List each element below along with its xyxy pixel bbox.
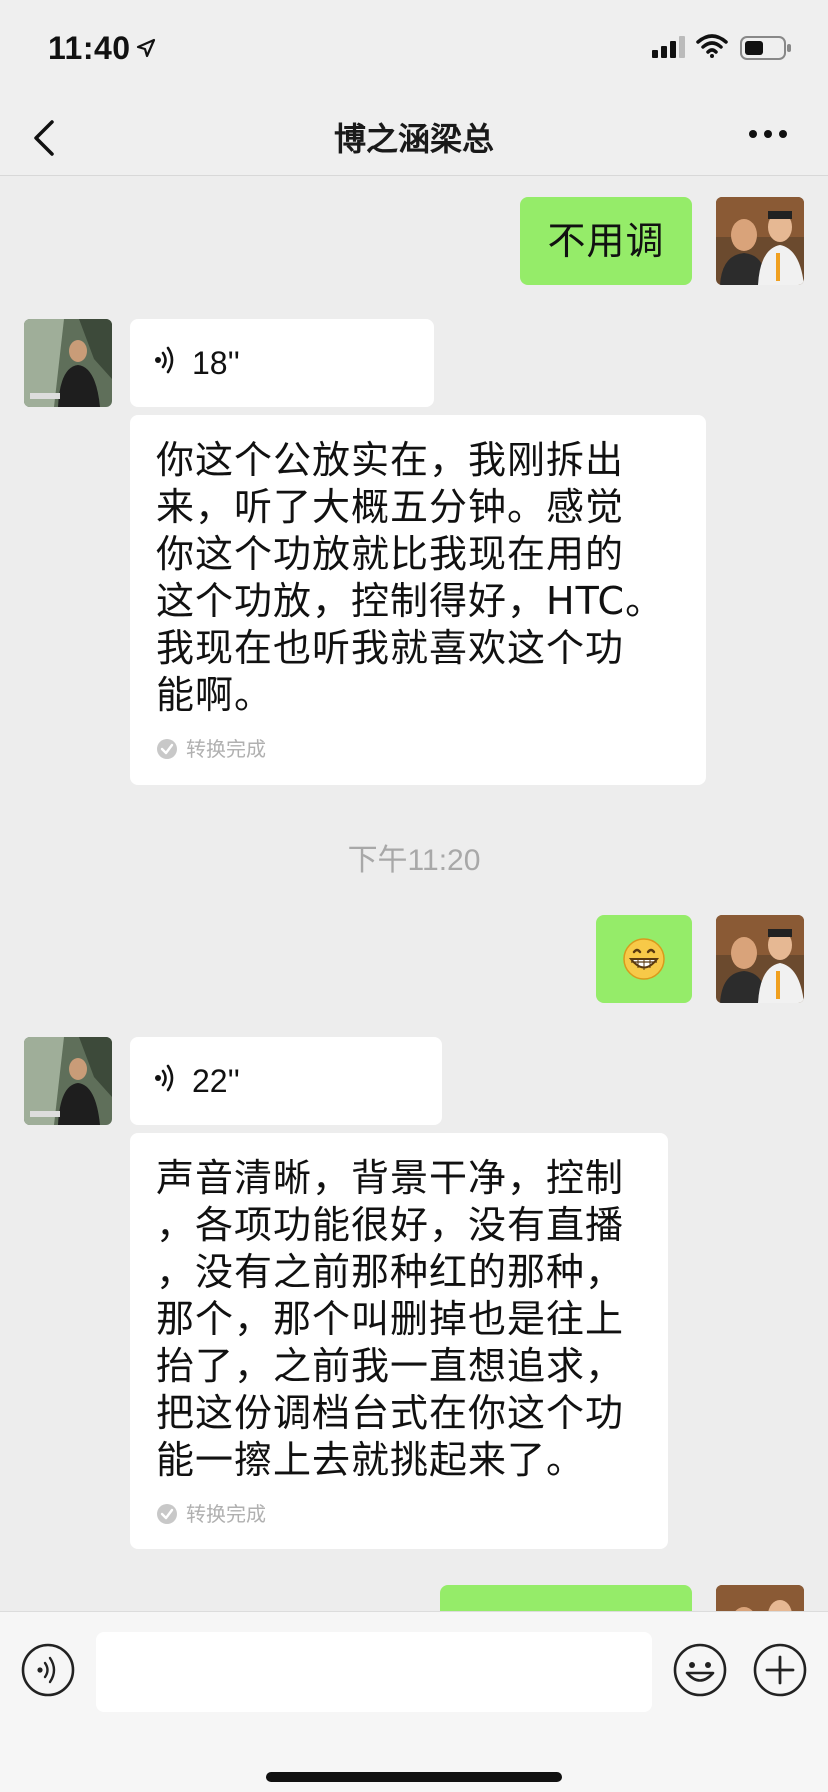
timestamp: 下午11:20 [347,844,481,877]
grinning-face-icon [623,938,665,980]
check-circle-icon [157,739,177,759]
chat-screen: 11:40 博之涵梁总 不用调 18'' 你这个公放实在，我刚拆出 来，听了大概… [0,0,828,1792]
transcript-line: 声音清晰，背景干净，控制 [156,1156,625,1200]
nav-bar: 博之涵梁总 [0,100,828,176]
transcript-line: ，各项功能很好，没有直播 [156,1203,625,1247]
chat-title: 博之涵梁总 [333,120,494,158]
convert-status: 转换完成 [156,1502,642,1526]
transcript-line: 这个功放，控制得好，HTC。 [156,579,665,623]
transcript-line: 把这份调档台式在你这个功 [156,1391,625,1435]
plus-circle-icon[interactable] [752,1642,808,1702]
message-bubble-me[interactable] [596,915,692,1003]
voice-wave-icon [154,341,178,385]
message-bubble-me-partial[interactable] [440,1585,692,1611]
transcript-line: 来，听了大概五分钟。感觉 [156,485,625,529]
transcript-text: 你这个公放实在，我刚拆出 来，听了大概五分钟。感觉 你这个功放就比我现在用的 这… [156,437,680,719]
transcript-line: 我现在也听我就喜欢这个功 [156,626,625,670]
location-arrow-icon [136,38,156,62]
status-bar: 11:40 [0,0,828,100]
transcript-line: 能啊。 [156,673,274,717]
convert-status: 转换完成 [156,737,680,761]
voice-duration: 22'' [192,1062,240,1099]
voice-input-icon[interactable] [20,1642,76,1702]
message-text: 不用调 [547,218,665,263]
message-bubble-me[interactable]: 不用调 [520,197,692,285]
transcript-bubble[interactable]: 你这个公放实在，我刚拆出 来，听了大概五分钟。感觉 你这个功放就比我现在用的 这… [130,415,706,785]
avatar-other[interactable] [24,1037,112,1125]
transcript-line: ，没有之前那种红的那种， [156,1250,625,1294]
status-time: 11:40 [48,30,131,66]
transcript-line: 你这个公放实在，我刚拆出 [156,438,625,482]
voice-duration: 18'' [192,344,240,381]
message-input[interactable] [96,1632,652,1712]
more-dots-icon[interactable] [748,126,788,145]
emoji-face-icon[interactable] [672,1642,728,1702]
transcript-bubble[interactable]: 声音清晰，背景干净，控制 ，各项功能很好，没有直播 ，没有之前那种红的那种， 那… [130,1133,668,1549]
message-list[interactable]: 不用调 18'' 你这个公放实在，我刚拆出 来，听了大概五分钟。感觉 你这个功放… [0,177,828,1611]
transcript-line: 你这个功放就比我现在用的 [156,532,625,576]
transcript-text: 声音清晰，背景干净，控制 ，各项功能很好，没有直播 ，没有之前那种红的那种， 那… [156,1155,642,1484]
voice-message-bubble[interactable]: 18'' [130,319,434,407]
input-bar [0,1611,828,1792]
avatar-me[interactable] [716,197,804,285]
battery-icon [740,36,792,64]
home-indicator [266,1772,562,1782]
convert-status-text: 转换完成 [186,1502,266,1526]
avatar-me[interactable] [716,1585,804,1611]
avatar-me[interactable] [716,915,804,1003]
voice-wave-icon [154,1059,178,1103]
check-circle-icon [157,1504,177,1524]
avatar-other[interactable] [24,319,112,407]
convert-status-text: 转换完成 [186,737,266,761]
signal-icon [652,36,686,62]
transcript-line: 能一擦上去就挑起来了。 [156,1438,586,1482]
transcript-line: 抬了，之前我一直想追求， [156,1344,625,1388]
transcript-line: 那个，那个叫删掉也是往上 [156,1297,625,1341]
wifi-icon [696,34,728,62]
voice-message-bubble[interactable]: 22'' [130,1037,442,1125]
